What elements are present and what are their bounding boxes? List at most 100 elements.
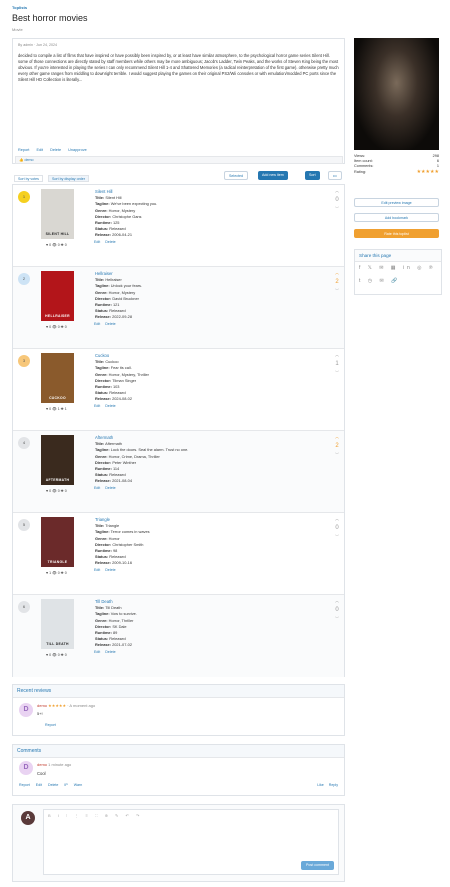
- comment-edit-link[interactable]: Edit: [36, 783, 42, 787]
- comment-warn-link[interactable]: Warn: [74, 783, 82, 787]
- movie-genre: Horror, Crime, Drama, Thriller: [108, 453, 160, 459]
- item-actions: Edit Delete: [94, 650, 121, 654]
- reply-button[interactable]: Reply: [329, 783, 338, 787]
- genre-label: Genre:: [95, 289, 108, 295]
- item-actions: Edit Delete: [94, 240, 121, 244]
- add-bookmark-button[interactable]: Add bookmark: [354, 213, 439, 222]
- list-item: 1 SILENT HILL ♥ 0 👁 0 ✚ 0 Silent Hill Ti…: [13, 185, 344, 267]
- edit-item-link[interactable]: Edit: [94, 486, 100, 490]
- movie-release: 2021-08-04: [112, 478, 133, 484]
- review-time: · A moment ago: [67, 703, 96, 708]
- poster-caption: CUCKOO: [49, 396, 66, 400]
- breadcrumb[interactable]: Toplists: [12, 5, 27, 10]
- comment-ip-link[interactable]: IP: [64, 783, 67, 787]
- delete-link[interactable]: Delete: [50, 148, 61, 152]
- delete-item-link[interactable]: Delete: [105, 568, 115, 572]
- comment-text: Cool: [37, 771, 46, 776]
- vote-count: 1: [335, 361, 339, 367]
- edit-preview-image-button[interactable]: Edit preview image: [354, 198, 439, 207]
- status-label: Status:: [95, 390, 109, 396]
- title-label: Title:: [95, 441, 105, 447]
- item-stats: ♥ 0 👁 0 ✚ 0: [46, 653, 67, 657]
- edit-item-link[interactable]: Edit: [94, 322, 100, 326]
- delete-item-link[interactable]: Delete: [105, 650, 115, 654]
- share-panel: Share this page f 𝕏 ✉ ▦ in ◎ ℗ t ◷ ✉ 🔗: [354, 249, 442, 295]
- upvote-icon[interactable]: ︿: [331, 351, 343, 359]
- edit-item-link[interactable]: Edit: [94, 404, 100, 408]
- edit-link[interactable]: Edit: [36, 148, 43, 152]
- item-actions: Edit Delete: [94, 404, 121, 408]
- recent-reviews-block: Recent reviews D demo ★★★★★ · A moment a…: [12, 684, 345, 736]
- avatar[interactable]: D: [19, 761, 33, 775]
- sort-by-display-order-tab[interactable]: Sort by display order: [48, 175, 89, 182]
- vote-count: 0: [335, 607, 339, 613]
- downvote-icon[interactable]: ﹀: [331, 533, 343, 541]
- comment-delete-link[interactable]: Delete: [48, 783, 58, 787]
- movie-poster[interactable]: TRIANGLE: [41, 517, 74, 567]
- edit-item-link[interactable]: Edit: [94, 650, 100, 654]
- delete-item-link[interactable]: Delete: [105, 486, 115, 490]
- upvote-icon[interactable]: ︿: [331, 597, 343, 605]
- review-user[interactable]: demo: [37, 703, 47, 708]
- item-actions: Edit Delete: [94, 486, 121, 490]
- avatar[interactable]: D: [19, 703, 33, 717]
- movie-poster[interactable]: AFTERMATH: [41, 435, 74, 485]
- delete-item-link[interactable]: Delete: [105, 240, 115, 244]
- movie-tagline: Fear its call.: [110, 365, 132, 371]
- review-stars-icon: ★★★★★: [48, 703, 67, 708]
- review-report-link[interactable]: Report: [45, 723, 56, 727]
- post-comment-button[interactable]: Post comment: [301, 861, 334, 870]
- vote-widget: ︿ 2 ﹀: [331, 269, 343, 295]
- toplist-stats: Views: 298 Item count: 6 Comments: 1 Rating…: [354, 154, 439, 175]
- editor-toolbar[interactable]: B I ⁝ ⋮ ≡ ∷ ⊕ ✎ ↶ ↷: [48, 813, 142, 818]
- unapprove-link[interactable]: Unapprove: [68, 148, 87, 152]
- release-label: Release:: [95, 642, 112, 648]
- downvote-icon[interactable]: ﹀: [331, 451, 343, 459]
- release-label: Release:: [95, 314, 112, 320]
- poster-caption: AFTERMATH: [45, 478, 70, 482]
- rate-toplist-button[interactable]: Rate this toplist: [354, 229, 439, 238]
- sort-by-votes-tab[interactable]: Sort by votes: [14, 175, 43, 182]
- upvote-icon[interactable]: ︿: [331, 433, 343, 441]
- downvote-icon[interactable]: ﹀: [331, 369, 343, 377]
- more-menu-button[interactable]: •••: [328, 171, 342, 180]
- comment-input[interactable]: B I ⁝ ⋮ ≡ ∷ ⊕ ✎ ↶ ↷ Post comment: [43, 809, 339, 875]
- movie-poster[interactable]: SILENT HILL: [41, 189, 74, 239]
- movie-poster[interactable]: HELLRAISER: [41, 271, 74, 321]
- delete-item-link[interactable]: Delete: [105, 322, 115, 326]
- comment-report-link[interactable]: Report: [19, 783, 30, 787]
- tagline-label: Tagline:: [95, 365, 110, 371]
- report-link[interactable]: Report: [18, 148, 29, 152]
- movie-status: Released: [109, 472, 126, 478]
- status-label: Status:: [95, 472, 109, 478]
- upvote-icon[interactable]: ︿: [331, 187, 343, 195]
- downvote-icon[interactable]: ﹀: [331, 287, 343, 295]
- share-icons-row-1[interactable]: f 𝕏 ✉ ▦ in ◎ ℗: [355, 262, 441, 275]
- like-button[interactable]: Like: [317, 783, 324, 787]
- movie-title: Hellraiser: [105, 277, 122, 283]
- movie-poster[interactable]: CUCKOO: [41, 353, 74, 403]
- movie-status: Released: [109, 636, 126, 642]
- movie-poster[interactable]: TILL DEATH: [41, 599, 74, 649]
- add-new-item-button[interactable]: Add new item: [258, 171, 288, 180]
- downvote-icon[interactable]: ﹀: [331, 615, 343, 623]
- movie-genre: Horror, Mystery, Thriller: [108, 371, 149, 377]
- edit-item-link[interactable]: Edit: [94, 568, 100, 572]
- upvote-icon[interactable]: ︿: [331, 269, 343, 277]
- edit-item-link[interactable]: Edit: [94, 240, 100, 244]
- author-line: By admin · Jun 24, 2024: [18, 43, 57, 47]
- movie-info: Cuckoo Title: Cuckoo Tagline: Fear its c…: [95, 353, 315, 403]
- movie-title: Silent Hill: [105, 195, 122, 201]
- movie-director: Christopher Smith: [112, 541, 144, 547]
- selected-button[interactable]: Selected: [224, 171, 248, 180]
- movie-release: 2006-04-21: [112, 232, 133, 238]
- downvote-icon[interactable]: ﹀: [331, 205, 343, 213]
- delete-item-link[interactable]: Delete: [105, 404, 115, 408]
- status-label: Status:: [95, 554, 109, 560]
- upvote-icon[interactable]: ︿: [331, 515, 343, 523]
- comment-user[interactable]: demo: [37, 762, 47, 767]
- sort-button[interactable]: Sort: [305, 171, 320, 180]
- share-icons-row-2[interactable]: t ◷ ✉ 🔗: [355, 275, 441, 288]
- like-user[interactable]: demo: [24, 158, 33, 162]
- avatar[interactable]: A: [21, 811, 35, 825]
